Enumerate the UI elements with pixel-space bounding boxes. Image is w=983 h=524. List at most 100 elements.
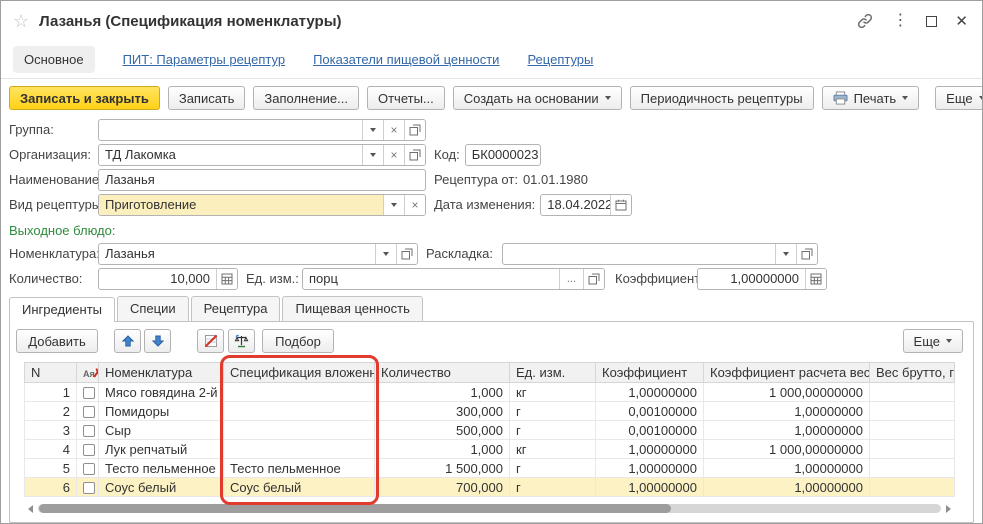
cell-mark <box>77 459 99 478</box>
column-header-unit[interactable]: Ед. изм. <box>510 363 596 383</box>
open-icon[interactable] <box>796 244 817 264</box>
column-header-nomenclature[interactable]: Номенклатура <box>99 363 224 383</box>
cell-spec <box>224 440 375 459</box>
favorite-star-icon[interactable]: ☆ <box>13 11 29 32</box>
open-icon[interactable] <box>404 120 425 140</box>
table-row[interactable]: 3 Сыр 500,000 г 0,00100000 1,00000000 <box>25 421 955 440</box>
layout-label: Раскладка: <box>426 246 502 261</box>
more-menu-icon[interactable]: ⋮ <box>892 13 908 29</box>
layout-input[interactable] <box>502 243 818 265</box>
nav-item-nutrition-indicators[interactable]: Показатели пищевой ценности <box>313 52 499 67</box>
more-button[interactable]: Еще <box>935 86 983 110</box>
cell-coef-weight: 1 000,00000000 <box>704 440 870 459</box>
tab-recipe[interactable]: Рецептура <box>191 296 281 321</box>
maximize-icon[interactable] <box>926 16 937 27</box>
cell-qty: 1,000 <box>375 383 510 402</box>
recipe-type-input[interactable]: Приготовление × <box>98 194 426 216</box>
table-more-button[interactable]: Еще <box>903 329 963 353</box>
group-row: Группа: × <box>1 117 982 142</box>
close-icon[interactable]: ✕ <box>955 12 968 30</box>
scrollbar-thumb[interactable] <box>39 504 671 513</box>
pick-button[interactable]: Подбор <box>262 329 334 353</box>
column-header-coef-weight[interactable]: Коэффициент расчета веса <box>704 363 870 383</box>
scroll-left-arrow[interactable] <box>28 505 33 513</box>
column-header-n[interactable]: N <box>25 363 77 383</box>
nomenclature-row: Номенклатура: Лазанья Раскладка: <box>1 241 982 266</box>
row-checkbox[interactable] <box>83 406 95 418</box>
move-down-button[interactable] <box>144 329 171 353</box>
table-more-label: Еще <box>914 334 940 349</box>
calculator-icon[interactable] <box>216 269 237 289</box>
coefficient-input[interactable]: 1,00000000 <box>697 268 827 290</box>
table-row[interactable]: 1 Мясо говядина 2-й со… 1,000 кг 1,00000… <box>25 383 955 402</box>
dropdown-icon[interactable] <box>375 244 396 264</box>
calendar-icon[interactable] <box>610 195 631 215</box>
tab-spices[interactable]: Специи <box>117 296 189 321</box>
row-checkbox[interactable] <box>83 387 95 399</box>
create-based-on-button[interactable]: Создать на основании <box>453 86 622 110</box>
cell-unit: г <box>510 402 596 421</box>
organization-input[interactable]: ТД Лакомка × <box>98 144 426 166</box>
name-row: Наименование: Лазанья Рецептура от: 01.0… <box>1 167 982 192</box>
quantity-input[interactable]: 10,000 <box>98 268 238 290</box>
calculator-icon[interactable] <box>805 269 826 289</box>
dropdown-icon[interactable] <box>775 244 796 264</box>
fill-button[interactable]: Заполнение... <box>253 86 359 110</box>
row-checkbox[interactable] <box>83 482 95 494</box>
link-icon[interactable] <box>856 12 874 30</box>
nomenclature-value: Лазанья <box>99 246 375 261</box>
clear-icon[interactable]: × <box>383 120 404 140</box>
nav-bar: Основное ПИТ: Параметры рецептур Показат… <box>1 41 982 79</box>
column-header-spec[interactable]: Спецификация вложенная <box>224 363 375 383</box>
ellipsis-icon[interactable]: ... <box>559 269 583 289</box>
row-checkbox[interactable] <box>83 444 95 456</box>
move-up-button[interactable] <box>114 329 141 353</box>
name-label: Наименование: <box>9 172 98 187</box>
reports-button[interactable]: Отчеты... <box>367 86 445 110</box>
group-input[interactable]: × <box>98 119 426 141</box>
cell-unit: г <box>510 478 596 497</box>
unit-input[interactable]: порц ... <box>302 268 605 290</box>
open-icon[interactable] <box>404 145 425 165</box>
clear-icon[interactable]: × <box>404 195 425 215</box>
column-header-deletion-mark[interactable]: Ая✗ <box>77 363 99 383</box>
name-input[interactable]: Лазанья <box>98 169 426 191</box>
cell-spec <box>224 383 375 402</box>
nav-item-main[interactable]: Основное <box>13 46 95 73</box>
save-and-close-button[interactable]: Записать и закрыть <box>9 86 160 110</box>
scroll-right-arrow[interactable] <box>946 505 951 513</box>
print-button[interactable]: Печать <box>822 86 920 110</box>
cell-spec <box>224 402 375 421</box>
dropdown-icon[interactable] <box>383 195 404 215</box>
row-checkbox[interactable] <box>83 425 95 437</box>
column-header-gross[interactable]: Вес брутто, г <box>870 363 955 383</box>
open-icon[interactable] <box>583 269 604 289</box>
scrollbar-track[interactable] <box>38 504 941 513</box>
tab-nutrition[interactable]: Пищевая ценность <box>282 296 422 321</box>
save-button[interactable]: Записать <box>168 86 246 110</box>
nomenclature-input[interactable]: Лазанья <box>98 243 418 265</box>
cell-n: 6 <box>25 478 77 497</box>
column-header-coef[interactable]: Коэффициент <box>596 363 704 383</box>
add-row-button[interactable]: Добавить <box>16 329 98 353</box>
cell-coef: 1,00000000 <box>596 383 704 402</box>
nav-item-recipes[interactable]: Рецептуры <box>527 52 593 67</box>
code-input[interactable]: БК0000023 <box>465 144 541 166</box>
table-row[interactable]: 5 Тесто пельменное Тесто пельменное 1 50… <box>25 459 955 478</box>
open-icon[interactable] <box>396 244 417 264</box>
change-date-input[interactable]: 18.04.2022 <box>540 194 632 216</box>
clear-icon[interactable]: × <box>383 145 404 165</box>
units-conversion-button[interactable] <box>228 329 255 353</box>
nav-item-pit-params[interactable]: ПИТ: Параметры рецептур <box>123 52 285 67</box>
row-checkbox[interactable] <box>83 463 95 475</box>
edit-crossed-button[interactable] <box>197 329 224 353</box>
dropdown-icon[interactable] <box>362 145 383 165</box>
cell-n: 2 <box>25 402 77 421</box>
table-row[interactable]: 2 Помидоры 300,000 г 0,00100000 1,000000… <box>25 402 955 421</box>
dropdown-icon[interactable] <box>362 120 383 140</box>
table-row-selected[interactable]: 6 Соус белый Соус белый 700,000 г 1,0000… <box>25 478 955 497</box>
tab-ingredients[interactable]: Ингредиенты <box>9 297 115 322</box>
periodicity-button[interactable]: Периодичность рецептуры <box>630 86 814 110</box>
column-header-qty[interactable]: Количество <box>375 363 510 383</box>
table-row[interactable]: 4 Лук репчатый 1,000 кг 1,00000000 1 000… <box>25 440 955 459</box>
